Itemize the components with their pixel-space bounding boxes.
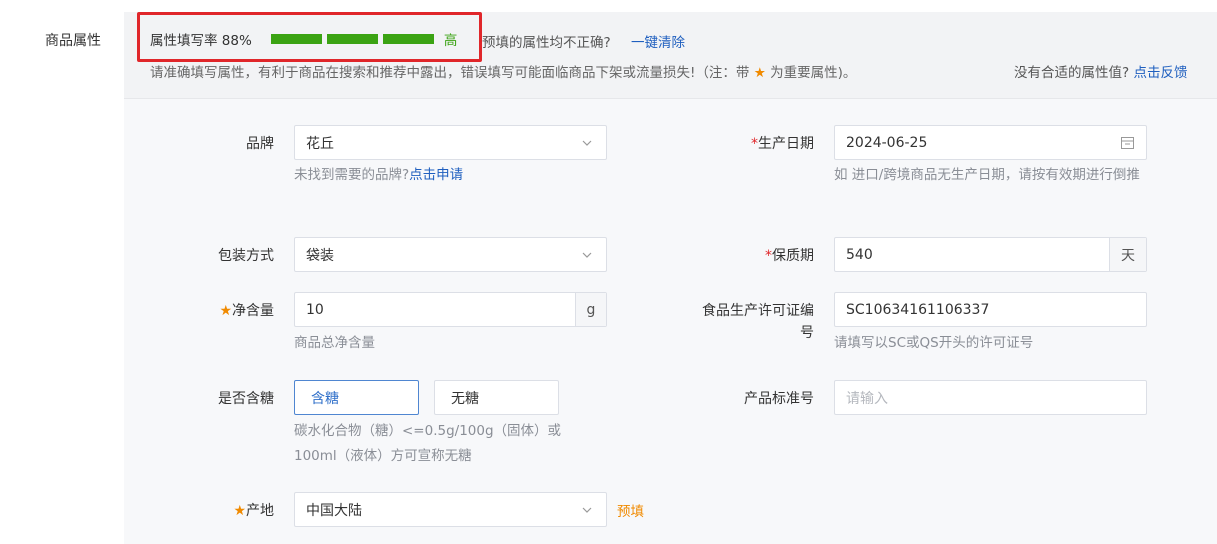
prefill-tag: 预填 <box>617 504 644 520</box>
origin-select[interactable]: 中国大陆 <box>294 492 607 527</box>
sugar-option-contains[interactable]: 含糖 <box>294 380 419 415</box>
brand-hint-text: 未找到需要的品牌? <box>294 167 410 183</box>
production-date-hint: 如 进口/跨境商品无生产日期，请按有效期进行倒推 <box>834 167 1140 183</box>
net-content-label: ★净含量 <box>219 300 274 320</box>
standard-placeholder: 请输入 <box>846 390 888 407</box>
attributes-panel-header <box>124 12 1217 99</box>
standard-input[interactable]: 请输入 <box>834 380 1147 415</box>
fill-rate-text: 属性填写率 88% <box>150 33 252 49</box>
production-date-picker[interactable]: 2024-06-25 <box>834 125 1147 160</box>
feedback: 没有合适的属性值? 点击反馈 <box>1014 61 1187 81</box>
fill-rate-level: 高 <box>443 33 458 49</box>
production-date-value: 2024-06-25 <box>846 134 928 151</box>
fill-rate-indicator: 属性填写率 88% 高 <box>150 30 458 49</box>
standard-label-text: 产品标准号 <box>744 391 814 407</box>
sugar-hint: 碳水化合物（糖）<=0.5g/100g（固体）或 100ml（液体）方可宣称无糖 <box>294 419 561 469</box>
sugar-hint-line1: 碳水化合物（糖）<=0.5g/100g（固体）或 <box>294 423 562 439</box>
chevron-down-icon <box>582 140 592 146</box>
net-content-unit: g <box>575 293 606 326</box>
fill-rate-segment <box>326 34 378 44</box>
license-value: SC10634161106337 <box>846 301 990 318</box>
net-content-value: 10 <box>306 301 324 318</box>
net-content-hint: 商品总净含量 <box>294 335 375 351</box>
license-label-line2: 号 <box>800 325 814 341</box>
required-mark: * <box>765 248 772 264</box>
license-label: 食品生产许可证编 号 <box>702 300 814 344</box>
sugar-option-free[interactable]: 无糖 <box>434 380 559 415</box>
notice-prefix: 请准确填写属性，有利于商品在搜索和推荐中露出，错误填写可能面临商品下架或流量损失… <box>150 65 750 81</box>
net-content-label-text: 净含量 <box>232 303 274 319</box>
origin-value: 中国大陆 <box>306 502 362 519</box>
attribute-notice: 请准确填写属性，有利于商品在搜索和推荐中露出，错误填写可能面临商品下架或流量损失… <box>150 61 856 81</box>
attributes-panel <box>124 12 1217 544</box>
feedback-question: 没有合适的属性值? <box>1014 65 1130 81</box>
chevron-down-icon <box>582 507 592 513</box>
notice-suffix: 为重要属性)。 <box>770 65 857 81</box>
brand-label-text: 品牌 <box>246 136 274 152</box>
license-hint: 请填写以SC或QS开头的许可证号 <box>834 335 1034 351</box>
sugar-label-text: 是否含糖 <box>218 391 274 407</box>
shelf-life-value: 540 <box>846 246 873 263</box>
shelf-life-unit: 天 <box>1109 238 1146 271</box>
brand-hint: 未找到需要的品牌?点击申请 <box>294 163 463 188</box>
brand-value: 花丘 <box>306 135 334 152</box>
standard-label: 产品标准号 <box>744 388 814 408</box>
brand-label: 品牌 <box>246 133 274 153</box>
shelf-life-input[interactable]: 540 天 <box>834 237 1147 272</box>
section-label: 商品属性 <box>45 33 101 49</box>
production-date-label: *生产日期 <box>751 133 814 153</box>
prefill-question: 预填的属性均不正确? <box>482 35 611 51</box>
sugar-label: 是否含糖 <box>218 388 274 408</box>
fill-rate-bars <box>270 34 439 44</box>
chevron-down-icon <box>582 252 592 258</box>
fill-rate-segment <box>382 34 434 44</box>
net-content-input[interactable]: 10 g <box>294 292 607 327</box>
star-icon: ★ <box>219 303 232 319</box>
packaging-label-text: 包装方式 <box>218 248 274 264</box>
origin-label-text: 产地 <box>246 503 274 519</box>
feedback-link[interactable]: 点击反馈 <box>1133 65 1187 81</box>
sugar-hint-line2: 100ml（液体）方可宣称无糖 <box>294 448 472 464</box>
shelf-life-label-text: 保质期 <box>772 248 814 264</box>
clear-all-link[interactable]: 一键清除 <box>631 31 685 51</box>
brand-select[interactable]: 花丘 <box>294 125 607 160</box>
calendar-icon <box>1121 137 1134 149</box>
origin-label: ★产地 <box>233 500 274 520</box>
packaging-label: 包装方式 <box>218 245 274 265</box>
packaging-value: 袋装 <box>306 247 334 264</box>
license-label-line1: 食品生产许可证编 <box>702 303 814 319</box>
star-icon: ★ <box>233 503 246 519</box>
license-input[interactable]: SC10634161106337 <box>834 292 1147 327</box>
shelf-life-label: *保质期 <box>765 245 814 265</box>
required-mark: * <box>751 136 758 152</box>
fill-rate-segment <box>270 34 322 44</box>
star-icon: ★ <box>753 65 766 81</box>
production-date-label-text: 生产日期 <box>758 136 814 152</box>
packaging-select[interactable]: 袋装 <box>294 237 607 272</box>
apply-brand-link[interactable]: 点击申请 <box>409 167 463 183</box>
